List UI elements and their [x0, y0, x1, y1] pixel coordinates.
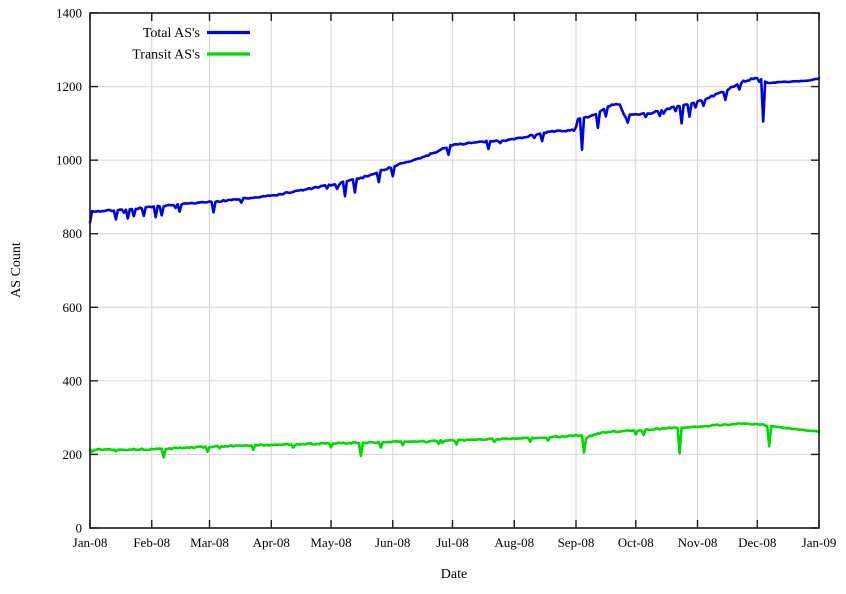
y-tick-label: 800	[63, 226, 83, 241]
x-tick-label: Jan-08	[73, 535, 108, 550]
x-tick-label: Sep-08	[558, 535, 595, 550]
series-line-total-as	[90, 78, 819, 223]
x-tick-label: Feb-08	[133, 535, 170, 550]
x-tick-label: Aug-08	[494, 535, 534, 550]
x-tick-label: Jun-08	[375, 535, 410, 550]
x-tick-label: Oct-08	[618, 535, 654, 550]
x-tick-label: Apr-08	[253, 535, 290, 550]
data-series	[90, 78, 819, 457]
y-axis-title: AS Count	[9, 242, 24, 298]
x-tick-label: Nov-08	[678, 535, 718, 550]
y-tick-label: 0	[76, 521, 83, 536]
y-tick-label: 600	[63, 300, 83, 315]
grid-lines	[90, 13, 819, 528]
y-tick-label: 1200	[56, 79, 82, 94]
x-tick-label: Mar-08	[190, 535, 229, 550]
x-axis-title: Date	[441, 567, 467, 582]
axis-ticks	[90, 13, 819, 528]
y-tick-label: 1400	[56, 6, 82, 21]
legend-label-total-as: Total AS's	[143, 26, 200, 41]
series-line-transit-as	[90, 423, 819, 457]
x-tick-label: May-08	[310, 535, 351, 550]
legend-label-transit-as: Transit AS's	[132, 48, 200, 63]
y-tick-label: 200	[63, 447, 83, 462]
plot-border	[90, 13, 819, 528]
y-tick-label: 1000	[56, 153, 82, 168]
x-tick-label: Jan-09	[802, 535, 837, 550]
legend: Total AS's Transit AS's	[132, 26, 250, 63]
y-tick-label: 400	[63, 373, 83, 388]
x-tick-label: Dec-08	[738, 535, 776, 550]
as-count-figure: Jan-08 Feb-08 Mar-08 Apr-08 May-08 Jun-08 Jul-…	[0, 0, 846, 594]
axis-tick-labels: Jan-08 Feb-08 Mar-08 Apr-08 May-08 Jun-08 Jul-…	[56, 6, 836, 551]
x-tick-label: Jul-08	[436, 535, 469, 550]
as-count-chart: Jan-08 Feb-08 Mar-08 Apr-08 May-08 Jun-08 Jul-…	[0, 0, 846, 594]
